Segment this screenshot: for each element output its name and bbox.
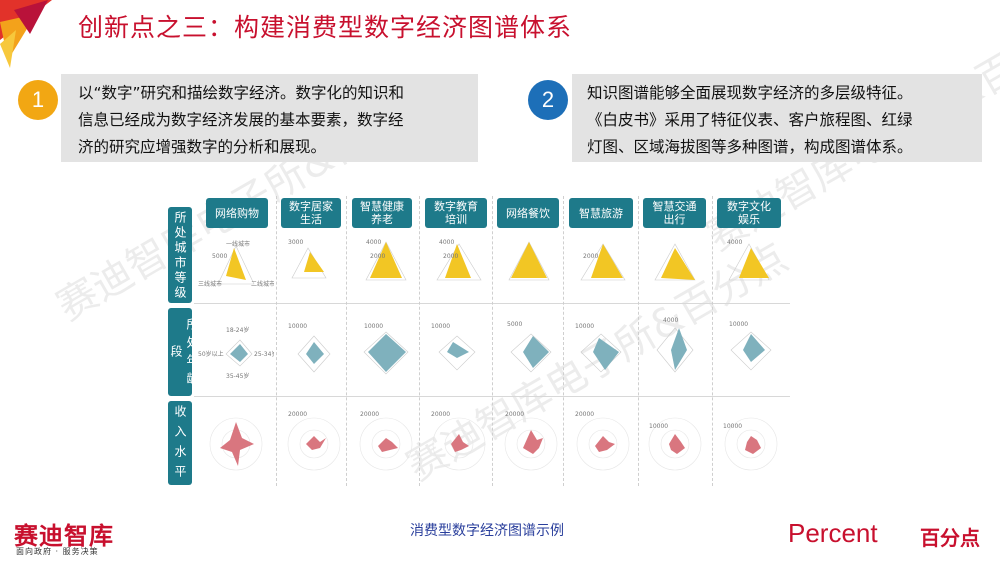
- svg-text:35-45岁: 35-45岁: [226, 372, 249, 380]
- row-label-city: 所处城市等级: [168, 207, 192, 303]
- svg-text:4000: 4000: [366, 239, 381, 246]
- svg-text:10000: 10000: [723, 423, 742, 430]
- grid-divider: [419, 196, 421, 486]
- row-label-income: 收入水平: [168, 401, 192, 485]
- point-2-number: 2: [528, 80, 568, 120]
- col-label-online-catering: 网络餐饮: [497, 198, 559, 228]
- radar-triangle-cell: [508, 241, 550, 281]
- svg-text:5000: 5000: [507, 321, 522, 328]
- svg-text:10000: 10000: [288, 323, 307, 330]
- radar-diamond-cell: 10000: [363, 323, 409, 375]
- radar-triangle-cell: 2000: [580, 243, 626, 281]
- radar-polar-cell: 20000: [359, 411, 413, 471]
- svg-text:三线城市: 三线城市: [198, 280, 222, 288]
- svg-text:4000: 4000: [439, 239, 454, 246]
- svg-text:2000: 2000: [583, 253, 598, 260]
- radar-triangle-cell: 一线城市 三线城市 二线城市 5000: [198, 240, 274, 288]
- radar-diamond-cell: 10000: [575, 323, 622, 373]
- radar-triangle-cell: 4000 2000: [365, 239, 407, 281]
- col-label-online-shopping: 网络购物: [206, 198, 268, 228]
- radar-triangle-cell: [654, 243, 696, 281]
- brand-logo-percent: Percent: [788, 518, 878, 548]
- radar-polar-cell: 20000: [431, 411, 486, 471]
- svg-text:20000: 20000: [288, 411, 307, 418]
- svg-text:一线城市: 一线城市: [226, 240, 250, 248]
- grid-divider: [712, 196, 714, 486]
- svg-text:4000: 4000: [663, 317, 678, 324]
- svg-text:10000: 10000: [431, 323, 450, 330]
- radar-diamond-cell: 5000: [507, 321, 552, 373]
- radar-triangle-cell: 3000: [288, 239, 327, 279]
- corner-decoration: [0, 0, 52, 68]
- svg-text:10000: 10000: [649, 423, 668, 430]
- svg-text:4000: 4000: [727, 239, 742, 246]
- svg-text:2000: 2000: [443, 253, 458, 260]
- brand-slogan: 面向政府 · 服务决策: [16, 547, 99, 556]
- chart-caption: 消费型数字经济图谱示例: [410, 523, 564, 539]
- svg-text:25-34岁: 25-34岁: [254, 350, 274, 358]
- radar-triangle-cell: 4000 2000: [436, 239, 482, 281]
- col-label-digital-culture: 数字文化 娱乐: [717, 198, 781, 228]
- page-title: 创新点之三：构建消费型数字经济图谱体系: [78, 13, 573, 42]
- svg-text:2000: 2000: [370, 253, 385, 260]
- col-label-smart-health: 智慧健康 养老: [352, 198, 412, 228]
- point-1-number: 1: [18, 80, 58, 120]
- grid-divider: [346, 196, 348, 486]
- svg-text:10000: 10000: [364, 323, 383, 330]
- svg-text:20000: 20000: [360, 411, 379, 418]
- brand-logo-percent-cn: 百分点: [920, 526, 980, 550]
- radar-polar-cell: [209, 417, 263, 471]
- radar-polar-cell: 10000: [723, 417, 778, 471]
- point-1-text: 以“数字”研究和描绘数字经济。数字化的知识和 信息已经成为数字经济发展的基本要素…: [78, 84, 405, 156]
- svg-text:二线城市: 二线城市: [251, 280, 274, 288]
- grid-divider: [492, 196, 494, 486]
- radar-triangle-cell: 4000: [727, 239, 770, 281]
- grid-divider: [563, 196, 565, 486]
- radar-polar-cell: 20000: [287, 411, 341, 471]
- svg-text:20000: 20000: [431, 411, 450, 418]
- radar-polar-cell: 20000: [575, 411, 630, 471]
- svg-text:18-24岁: 18-24岁: [226, 326, 249, 334]
- row-label-age: 所处年龄段: [168, 308, 199, 396]
- radar-polar-cell: 10000: [648, 417, 702, 471]
- svg-text:20000: 20000: [505, 411, 524, 418]
- radar-diamond-cell: 4000: [656, 317, 694, 373]
- col-label-digital-education: 数字教育 培训: [425, 198, 487, 228]
- col-label-digital-home: 数字居家 生活: [281, 198, 341, 228]
- col-label-smart-transport: 智慧交通 出行: [643, 198, 706, 228]
- point-2-text: 知识图谱能够全面展现数字经济的多层级特征。 《白皮书》采用了特征仪表、客户旅程图…: [587, 84, 913, 156]
- radar-diamond-cell: 18-24岁 25-34岁 35-45岁 50岁以上: [198, 326, 274, 380]
- grid-divider: [276, 196, 278, 486]
- radar-polar-cell: 20000: [504, 411, 558, 471]
- svg-text:20000: 20000: [575, 411, 594, 418]
- radar-diamond-cell: 10000: [288, 323, 331, 373]
- svg-text:3000: 3000: [288, 239, 303, 246]
- grid-divider: [638, 196, 640, 486]
- svg-text:10000: 10000: [729, 321, 748, 328]
- radar-diamond-cell: 10000: [729, 321, 772, 371]
- svg-text:5000: 5000: [212, 253, 227, 260]
- svg-text:10000: 10000: [575, 323, 594, 330]
- col-label-smart-tourism: 智慧旅游: [569, 198, 633, 228]
- radar-diamond-cell: 10000: [431, 323, 476, 371]
- svg-text:50岁以上: 50岁以上: [198, 350, 224, 358]
